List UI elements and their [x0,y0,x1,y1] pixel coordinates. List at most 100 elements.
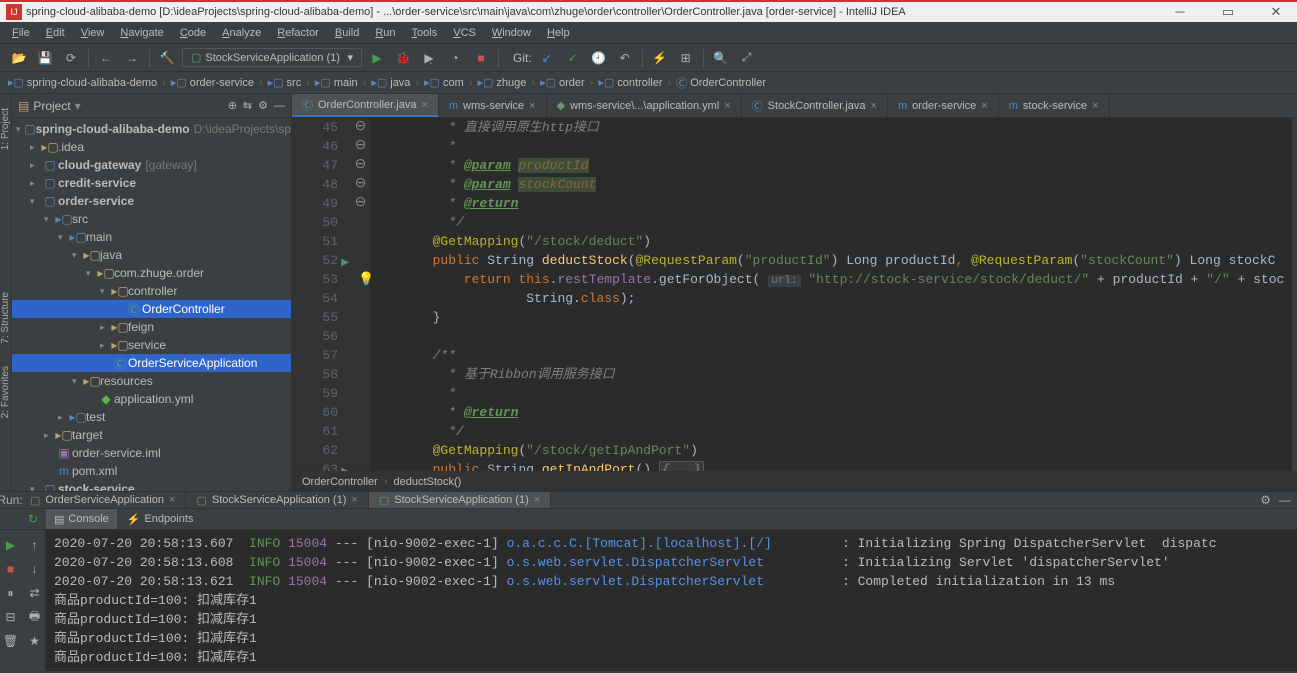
side-tab-structure[interactable]: 7: Structure [0,286,11,350]
editor-tab-stockcontroller-java[interactable]: ⒸStockController.java× [742,94,888,117]
tree-item-stock-service[interactable]: ▾▢stock-service [12,480,291,491]
redo-icon[interactable]: → [121,47,143,69]
run-stop-icon[interactable]: ■ [0,558,22,580]
coverage-icon[interactable]: ▶̣ [418,47,440,69]
run-pause-icon[interactable]: ⏸ [0,582,22,604]
menu-tools[interactable]: Tools [406,25,444,41]
tree-item-application-yml[interactable]: ◆application.yml [12,390,291,408]
close-icon[interactable]: × [1092,100,1098,112]
menu-code[interactable]: Code [174,25,212,41]
editor-tab-stock-service[interactable]: mstock-service× [999,94,1110,117]
tree-item-credit-service[interactable]: ▸▢credit-service [12,174,291,192]
tree-item-service[interactable]: ▸▸▢service [12,336,291,354]
crumb-java[interactable]: ▸▢ java [371,76,410,89]
tree-item-orderserviceapplication[interactable]: ⒸOrderServiceApplication [12,354,291,372]
tree-item-pom-xml[interactable]: mpom.xml [12,462,291,480]
menu-vcs[interactable]: VCS [447,25,482,41]
crumb-ordercontroller[interactable]: Ⓒ OrderController [676,75,766,91]
tree-item-order-service-iml[interactable]: ▣order-service.iml [12,444,291,462]
vcs-history-icon[interactable]: 🕘 [588,47,610,69]
open-icon[interactable]: 📂 [8,47,30,69]
profile-icon[interactable]: ◔ [444,47,466,69]
run-up-icon[interactable]: ↑ [24,534,46,556]
run-filter-icon[interactable]: ★ [24,630,46,652]
tree-item-target[interactable]: ▸▸▢target [12,426,291,444]
menu-analyze[interactable]: Analyze [216,25,267,41]
close-icon[interactable]: × [724,100,730,112]
editor-tab-wms-service-application-yml[interactable]: ◆wms-service\...\application.yml× [547,94,742,117]
ide-scripting-icon[interactable]: ⚡ [649,47,671,69]
tree-item-controller[interactable]: ▾▸▢controller [12,282,291,300]
close-icon[interactable]: × [169,494,175,506]
refresh-icon[interactable]: ⟳ [60,47,82,69]
menu-file[interactable]: File [6,25,36,41]
settings-icon[interactable]: ⤢ [736,47,758,69]
close-icon[interactable]: × [351,494,357,506]
vcs-revert-icon[interactable]: ↶ [614,47,636,69]
run-icon[interactable]: ▶ [366,47,388,69]
tree-item-resources[interactable]: ▾▸▢resources [12,372,291,390]
tree-item-feign[interactable]: ▸▸▢feign [12,318,291,336]
menu-help[interactable]: Help [541,25,576,41]
stop-icon[interactable]: ■ [470,47,492,69]
editor-tab-ordercontroller-java[interactable]: ⒸOrderController.java× [292,94,439,117]
minimize-button[interactable]: ─ [1165,4,1195,20]
tree-item-ordercontroller[interactable]: ⒸOrderController [12,300,291,318]
run-restart-icon[interactable]: ▶ [0,534,22,556]
run-down-icon[interactable]: ↓ [24,558,46,580]
debug-icon[interactable]: 🐞 [392,47,414,69]
fold-column[interactable]: ⊖⊖⊖⊖⊖ [352,118,370,471]
crumb-zhuge[interactable]: ▸▢ zhuge [477,76,526,89]
crumb-order-service[interactable]: ▸▢ order-service [171,76,254,89]
tree-item-spring-cloud-alibaba-demo[interactable]: ▾▢spring-cloud-alibaba-demoD:\ideaProjec… [12,120,291,138]
crumb-order[interactable]: ▸▢ order [540,76,585,89]
hide-icon[interactable]: — [274,100,285,112]
code-area[interactable]: * 直接调用原生http接口 * * @param productId * @p… [370,118,1292,471]
run-trash-icon[interactable]: 🗑 [0,630,22,652]
close-icon[interactable]: × [529,100,535,112]
console-output[interactable]: 2020-07-20 20:58:13.607 INFO 15004 --- [… [46,530,1297,671]
run-tab-stockserviceapplication-1-[interactable]: ▢StockServiceApplication (1)× [369,492,551,508]
menu-build[interactable]: Build [329,25,365,41]
close-icon[interactable]: × [871,100,877,112]
close-icon[interactable]: × [421,99,427,111]
target-icon[interactable]: ⊕ [228,99,237,112]
tree-item--idea[interactable]: ▸▸▢.idea [12,138,291,156]
rerun-icon[interactable]: ↻ [22,512,44,526]
project-tree[interactable]: ▾▢spring-cloud-alibaba-demoD:\ideaProjec… [12,118,291,491]
crumb-main[interactable]: ▸▢ main [315,76,358,89]
run-hide-icon[interactable]: — [1279,493,1291,507]
close-button[interactable]: ✕ [1261,4,1291,20]
run-wrap-icon[interactable]: ⇄ [24,582,46,604]
menu-view[interactable]: View [75,25,111,41]
vcs-commit-icon[interactable]: ✓ [562,47,584,69]
crumb-com[interactable]: ▸▢ com [424,76,464,89]
run-tab-orderserviceapplication[interactable]: ▢OrderServiceApplication× [20,492,186,508]
crumb-src[interactable]: ▸▢ src [268,76,302,89]
build-icon[interactable]: 🔨 [156,47,178,69]
sub-tab-console[interactable]: ▤ Console [46,509,117,529]
gear-icon[interactable]: ⚙ [258,99,268,112]
menu-edit[interactable]: Edit [40,25,71,41]
close-icon[interactable]: × [981,100,987,112]
crumb-controller[interactable]: ▸▢ controller [598,76,662,89]
tree-item-java[interactable]: ▾▸▢java [12,246,291,264]
editor-crumb-class[interactable]: OrderController [302,476,378,488]
tree-item-test[interactable]: ▸▸▢test [12,408,291,426]
tree-item-main[interactable]: ▾▸▢main [12,228,291,246]
tree-item-com-zhuge-order[interactable]: ▾▸▢com.zhuge.order [12,264,291,282]
close-icon[interactable]: × [534,494,540,506]
run-gear-icon[interactable]: ⚙ [1260,493,1271,507]
search-icon[interactable]: 🔍 [710,47,732,69]
side-tab-project[interactable]: 1: Project [0,102,11,156]
menu-run[interactable]: Run [369,25,401,41]
intention-bulb-icon[interactable]: 💡 [358,270,374,289]
sub-tab-endpoints[interactable]: ⚡ Endpoints [119,509,202,529]
editor-tab-order-service[interactable]: morder-service× [888,94,999,117]
tree-item-cloud-gateway[interactable]: ▸▢cloud-gateway[gateway] [12,156,291,174]
crumb-spring-cloud-alibaba-demo[interactable]: ▸▢ spring-cloud-alibaba-demo [8,76,157,89]
menu-window[interactable]: Window [486,25,537,41]
undo-icon[interactable]: ← [95,47,117,69]
vcs-update-icon[interactable]: ↙ [536,47,558,69]
structure-icon[interactable]: ⊞ [675,47,697,69]
